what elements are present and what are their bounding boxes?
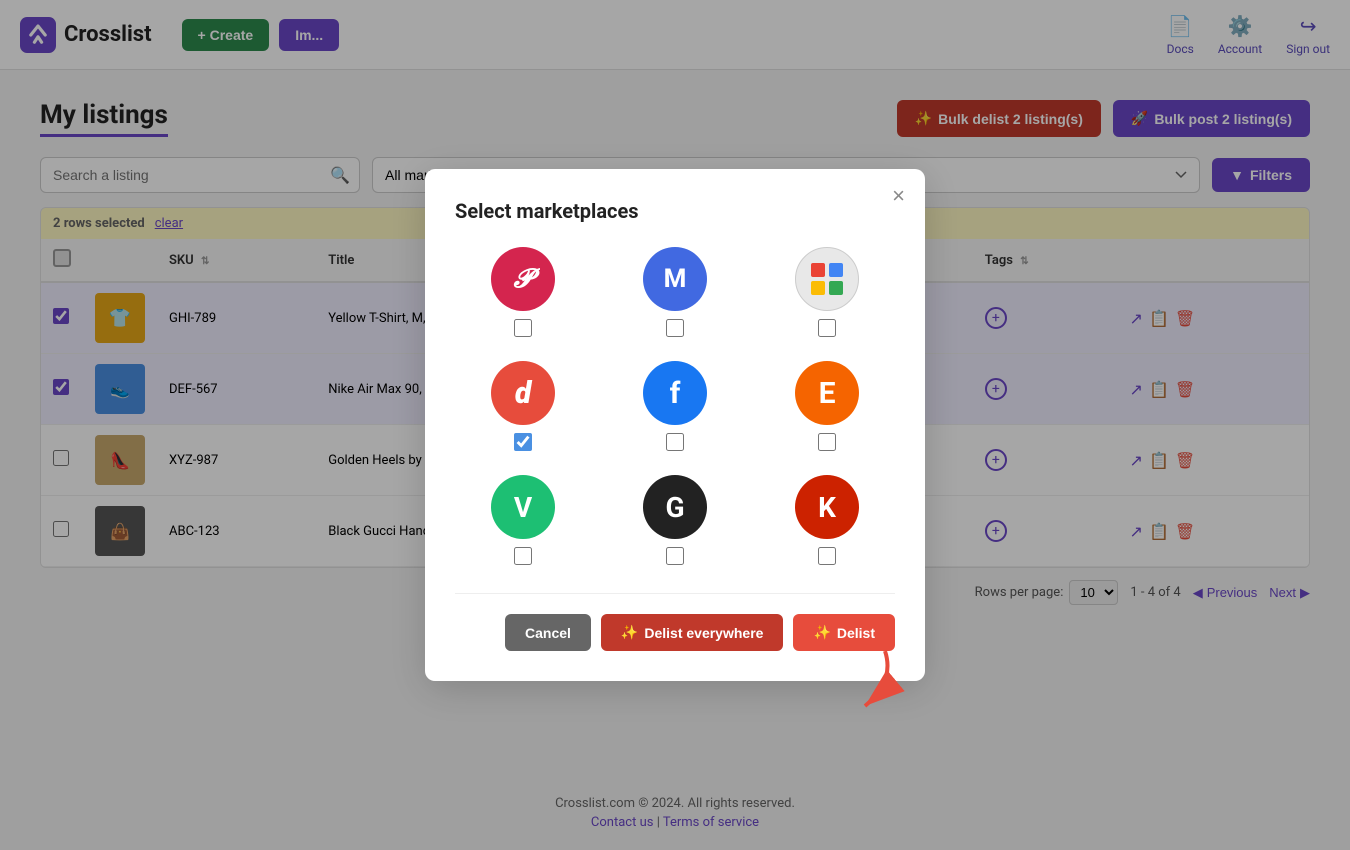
marketplace-item-google [759, 247, 895, 337]
marketplace-item-grailed: G [607, 475, 743, 565]
delist-icon: ✨ [813, 624, 830, 641]
cancel-button[interactable]: Cancel [505, 614, 591, 651]
etsy-icon[interactable]: E [795, 361, 859, 425]
marketplace-grid: 𝓟 M [455, 247, 895, 565]
grailed-checkbox[interactable] [666, 547, 684, 565]
delist-button-wrap: ✨ Delist [793, 614, 895, 651]
delist-everywhere-button[interactable]: ✨ Delist everywhere [601, 614, 784, 651]
select-marketplaces-dialog: × Select marketplaces 𝓟 M [425, 169, 925, 681]
dialog-footer: Cancel ✨ Delist everywhere ✨ Delist [455, 593, 895, 651]
marketplace-item-poshmark: 𝓟 [455, 247, 591, 337]
grailed-icon[interactable]: G [643, 475, 707, 539]
etsy-checkbox[interactable] [818, 433, 836, 451]
marketplace-item-etsy: E [759, 361, 895, 451]
red-arrow [825, 641, 905, 721]
marketplace-item-mercari: M [607, 247, 743, 337]
marketplace-item-kidizen: K [759, 475, 895, 565]
delist-everywhere-icon: ✨ [621, 624, 638, 641]
vinted-icon[interactable]: V [491, 475, 555, 539]
google-shopping-icon[interactable] [795, 247, 859, 311]
dialog-title: Select marketplaces [455, 199, 895, 223]
marketplace-item-facebook: f [607, 361, 743, 451]
poshmark-icon[interactable]: 𝓟 [491, 247, 555, 311]
marketplace-item-vinted: V [455, 475, 591, 565]
facebook-icon[interactable]: f [643, 361, 707, 425]
dialog-close-button[interactable]: × [892, 185, 905, 207]
facebook-checkbox[interactable] [666, 433, 684, 451]
mercari-checkbox[interactable] [666, 319, 684, 337]
poshmark-checkbox[interactable] [514, 319, 532, 337]
mercari-icon[interactable]: M [643, 247, 707, 311]
kidizen-icon[interactable]: K [795, 475, 859, 539]
depop-icon[interactable]: d [491, 361, 555, 425]
google-checkbox[interactable] [818, 319, 836, 337]
modal-overlay[interactable]: × Select marketplaces 𝓟 M [0, 0, 1350, 850]
kidizen-checkbox[interactable] [818, 547, 836, 565]
vinted-checkbox[interactable] [514, 547, 532, 565]
depop-checkbox[interactable] [514, 433, 532, 451]
marketplace-item-depop: d [455, 361, 591, 451]
